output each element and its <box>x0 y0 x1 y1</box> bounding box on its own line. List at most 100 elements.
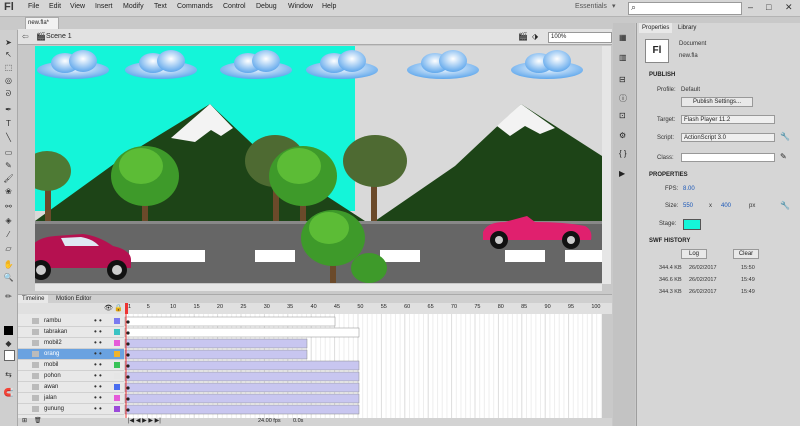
chevron-down-icon[interactable]: ▾ <box>612 2 616 10</box>
visibility-dots[interactable]: • • <box>94 404 102 414</box>
visibility-dots[interactable]: • • <box>94 360 102 370</box>
menu-help[interactable]: Help <box>322 3 336 10</box>
close-icon[interactable]: ✕ <box>785 2 793 13</box>
stage-vertical-scrollbar[interactable] <box>602 46 611 284</box>
layer-row[interactable]: pohon • • <box>18 371 124 382</box>
menu-window[interactable]: Window <box>288 3 313 10</box>
eyedropper-icon[interactable]: ⁄ <box>3 230 14 239</box>
menu-commands[interactable]: Commands <box>177 3 213 10</box>
back-arrow-icon[interactable]: ⇦ <box>22 32 29 41</box>
color-panel-icon[interactable]: ▦ <box>619 33 627 42</box>
menu-control[interactable]: Control <box>223 3 246 10</box>
playhead[interactable] <box>125 303 128 314</box>
tab-library[interactable]: Library <box>675 23 699 33</box>
menu-modify[interactable]: Modify <box>123 3 144 10</box>
visibility-dots[interactable]: • • <box>94 316 102 326</box>
new-layer-icon[interactable]: ⊞ <box>22 417 27 424</box>
info-icon[interactable]: ⓘ <box>619 93 627 104</box>
menu-debug[interactable]: Debug <box>256 3 277 10</box>
code-snippets-icon[interactable]: { } <box>619 149 627 158</box>
3d-rotation-icon[interactable]: ◎ <box>3 76 14 85</box>
delete-layer-icon[interactable]: 🗑 <box>34 417 42 424</box>
class-input[interactable] <box>681 153 775 162</box>
height-value[interactable]: 400 <box>721 203 731 209</box>
clear-button[interactable]: Clear <box>733 249 759 259</box>
lasso-tool-icon[interactable]: ᘐ <box>3 89 14 98</box>
brush-tool-icon[interactable]: 🖌 <box>3 174 14 183</box>
fill-color-icon[interactable]: ◆ <box>3 339 14 348</box>
swf-history-section-header[interactable]: SWF HISTORY <box>637 237 800 246</box>
snap-icon[interactable]: 🧲 <box>3 388 14 397</box>
layer-row[interactable]: gunung • • <box>18 404 124 415</box>
maximize-icon[interactable]: □ <box>766 2 771 12</box>
layer-row[interactable]: mobil • • <box>18 360 124 371</box>
publish-section-header[interactable]: PUBLISH <box>637 71 800 80</box>
pencil-icon[interactable]: ✎ <box>780 152 787 161</box>
minimize-icon[interactable]: – <box>748 2 753 12</box>
line-tool-icon[interactable]: ╲ <box>3 133 14 142</box>
eye-icon[interactable]: 👁 <box>104 304 113 312</box>
menu-text[interactable]: Text <box>154 3 167 10</box>
stroke-color-swatch[interactable] <box>4 326 13 335</box>
layer-row[interactable]: orang • • <box>18 349 124 360</box>
hand-tool-icon[interactable]: ✋ <box>3 260 14 269</box>
fill-color-swatch[interactable] <box>4 350 15 361</box>
layer-row[interactable]: jalan • • <box>18 393 124 404</box>
subselection-tool-icon[interactable]: ↖ <box>3 50 14 59</box>
search-input[interactable]: ⌕ <box>628 2 742 15</box>
swap-colors-icon[interactable]: ⇆ <box>3 370 14 379</box>
eraser-tool-icon[interactable]: ▱ <box>3 244 14 253</box>
menu-insert[interactable]: Insert <box>95 3 113 10</box>
align-icon[interactable]: ⊟ <box>619 75 626 84</box>
frame-grid[interactable] <box>123 314 602 418</box>
visibility-dots[interactable]: • • <box>94 393 102 403</box>
layer-row[interactable]: mobil2 • • <box>18 338 124 349</box>
visibility-dots[interactable]: • • <box>94 338 102 348</box>
frame-ruler[interactable]: 1 5 10 15 20 25 30 35 40 45 50 55 60 65 70 75 80 85 90 95 10… <box>124 303 602 314</box>
fps-value[interactable]: 8.00 <box>683 186 695 192</box>
properties-section-header[interactable]: PROPERTIES <box>637 171 800 180</box>
stage-color-swatch[interactable] <box>683 219 701 230</box>
edit-symbols-icon[interactable]: ⬗ <box>532 32 538 41</box>
motion-presets-icon[interactable]: ▶ <box>619 169 625 178</box>
stage-horizontal-scrollbar[interactable] <box>35 284 602 291</box>
stage[interactable] <box>35 46 602 283</box>
paint-bucket-icon[interactable]: ◈ <box>3 216 14 225</box>
target-select[interactable]: Flash Player 11.2 <box>681 115 775 124</box>
wrench-icon[interactable]: 🔧 <box>780 201 790 210</box>
menu-file[interactable]: File <box>28 3 39 10</box>
log-button[interactable]: Log <box>681 249 707 259</box>
text-tool-icon[interactable]: T <box>3 119 14 128</box>
wrench-icon[interactable]: 🔧 <box>780 132 790 141</box>
pen-tool-icon[interactable]: ✒ <box>3 105 14 114</box>
free-transform-icon[interactable]: ⬚ <box>3 63 14 72</box>
publish-settings-button[interactable]: Publish Settings... <box>681 97 753 107</box>
deco-tool-icon[interactable]: ❀ <box>3 187 14 196</box>
document-tab[interactable]: new.fla* <box>25 17 59 29</box>
edit-scene-icon[interactable]: 🎬 <box>518 32 528 41</box>
menu-view[interactable]: View <box>70 3 85 10</box>
stroke-color-icon[interactable]: ✏ <box>3 292 14 301</box>
pencil-tool-icon[interactable]: ✎ <box>3 161 14 170</box>
lock-icon[interactable]: 🔒 <box>114 304 123 312</box>
menu-edit[interactable]: Edit <box>49 3 61 10</box>
playback-controls[interactable]: |◀ ◀ ▶ ▶ ▶| <box>128 417 161 424</box>
layer-row[interactable]: tabrakan • • <box>18 327 124 338</box>
layer-row[interactable]: rambu • • <box>18 316 124 327</box>
selection-tool-icon[interactable]: ➤ <box>3 38 14 47</box>
width-value[interactable]: 550 <box>683 203 693 209</box>
workspace-switcher[interactable]: Essentials <box>575 3 607 10</box>
visibility-dots[interactable]: • • <box>94 327 102 337</box>
transform-icon[interactable]: ⊡ <box>619 111 626 120</box>
script-select[interactable]: ActionScript 3.0 <box>681 133 775 142</box>
components-icon[interactable]: ⚙ <box>619 131 626 140</box>
visibility-dots[interactable]: • • <box>94 382 102 392</box>
visibility-dots[interactable]: • • <box>94 371 102 381</box>
layer-row[interactable]: awan • • <box>18 382 124 393</box>
rectangle-tool-icon[interactable]: ▭ <box>3 148 14 157</box>
visibility-dots[interactable]: • • <box>94 349 102 359</box>
zoom-tool-icon[interactable]: 🔍 <box>3 273 14 282</box>
bone-tool-icon[interactable]: ⚯ <box>3 202 14 211</box>
swatches-icon[interactable]: ▥ <box>619 53 627 62</box>
zoom-select[interactable]: 100% <box>548 32 612 43</box>
